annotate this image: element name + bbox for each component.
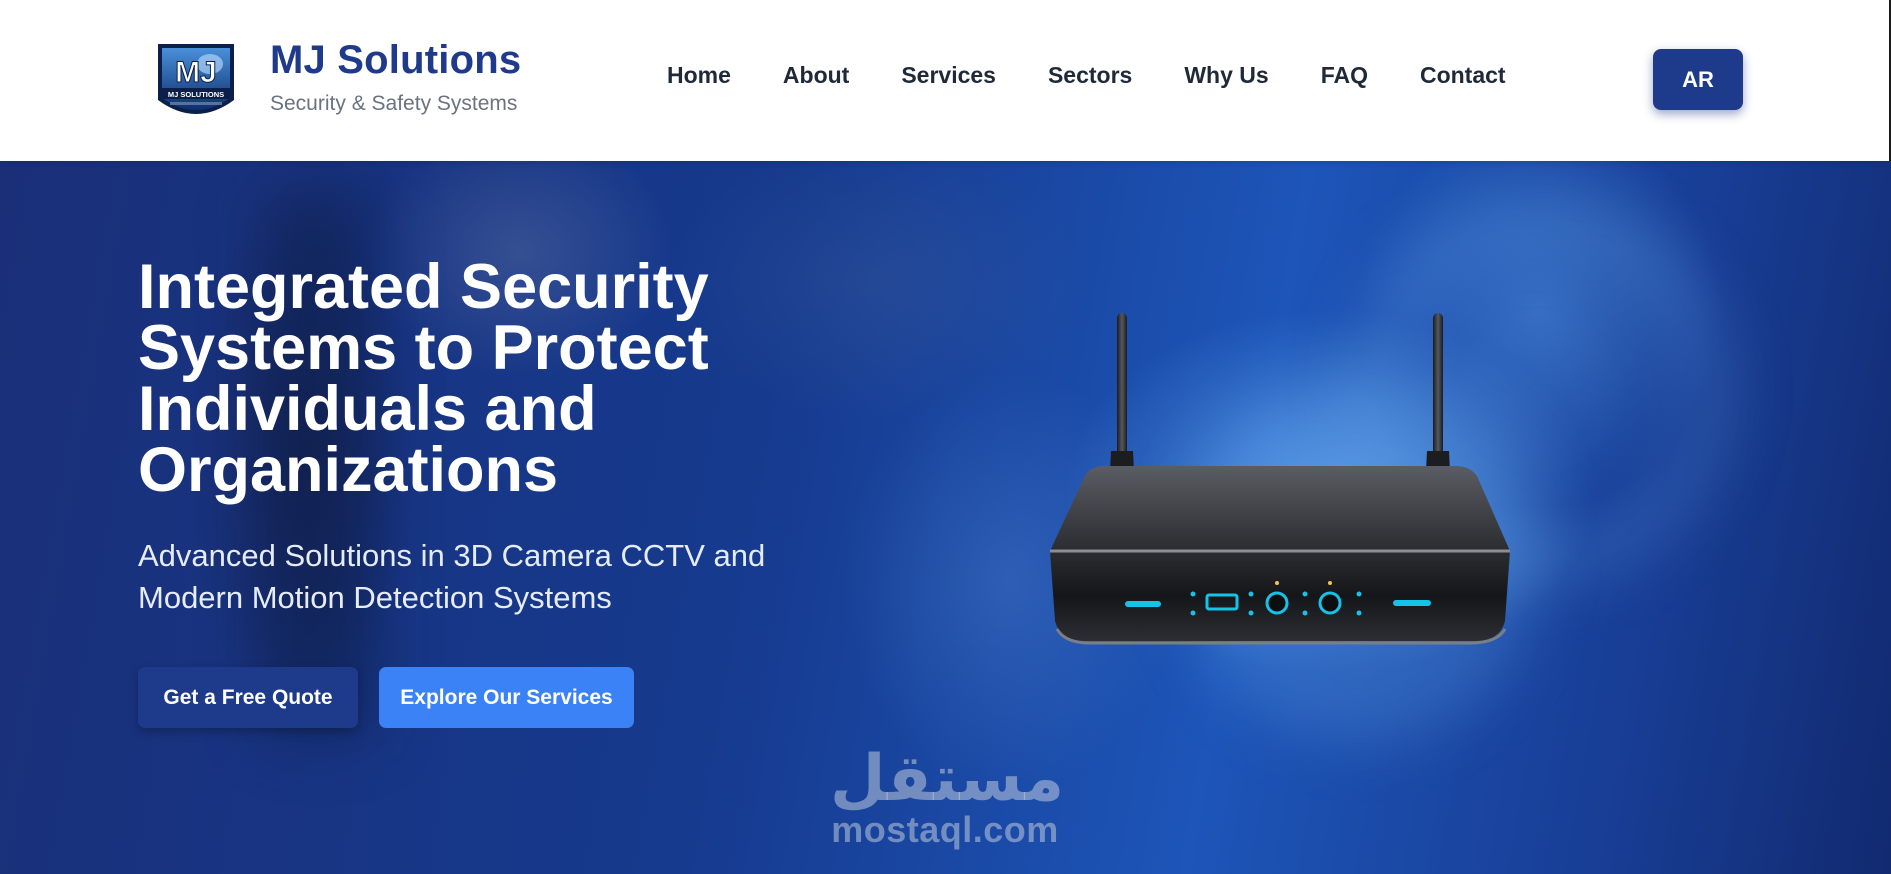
svg-text:MJ: MJ — [175, 56, 217, 89]
hero-subtitle: Advanced Solutions in 3D Camera CCTV and… — [138, 538, 766, 615]
hero-section: Integrated Security Systems to Protect I… — [0, 161, 1891, 874]
nav-link-why-us[interactable]: Why Us — [1184, 62, 1268, 89]
brand-name[interactable]: MJ Solutions — [270, 38, 521, 83]
language-switch-button[interactable]: AR — [1653, 49, 1743, 110]
nav-link-services[interactable]: Services — [901, 62, 996, 89]
nav-link-faq[interactable]: FAQ — [1321, 62, 1368, 89]
get-quote-button[interactable]: Get a Free Quote — [138, 667, 358, 728]
nav-link-about[interactable]: About — [783, 62, 849, 89]
brand-logo[interactable]: MJ MJ SOLUTIONS — [152, 36, 240, 126]
watermark-url-text: mostaql.com — [831, 809, 1059, 850]
explore-services-button[interactable]: Explore Our Services — [379, 667, 634, 728]
main-nav: Home About Services Sectors Why Us FAQ C… — [667, 62, 1506, 89]
router-icon — [1050, 313, 1510, 645]
site-header: MJ MJ SOLUTIONS MJ Solutions Security & … — [0, 0, 1891, 161]
router-device-image — [1045, 301, 1515, 671]
mostaql-watermark: مستقل mostaql.com — [830, 742, 1065, 850]
svg-text:MJ SOLUTIONS: MJ SOLUTIONS — [168, 90, 224, 99]
nav-link-home[interactable]: Home — [667, 62, 731, 89]
hero-title: Integrated Security Systems to Protect I… — [138, 252, 709, 505]
nav-link-contact[interactable]: Contact — [1420, 62, 1506, 89]
brand-tagline: Security & Safety Systems — [270, 92, 518, 115]
watermark-arabic-text: مستقل — [830, 742, 1065, 816]
shield-logo-icon: MJ MJ SOLUTIONS — [158, 44, 234, 114]
nav-link-sectors[interactable]: Sectors — [1048, 62, 1132, 89]
